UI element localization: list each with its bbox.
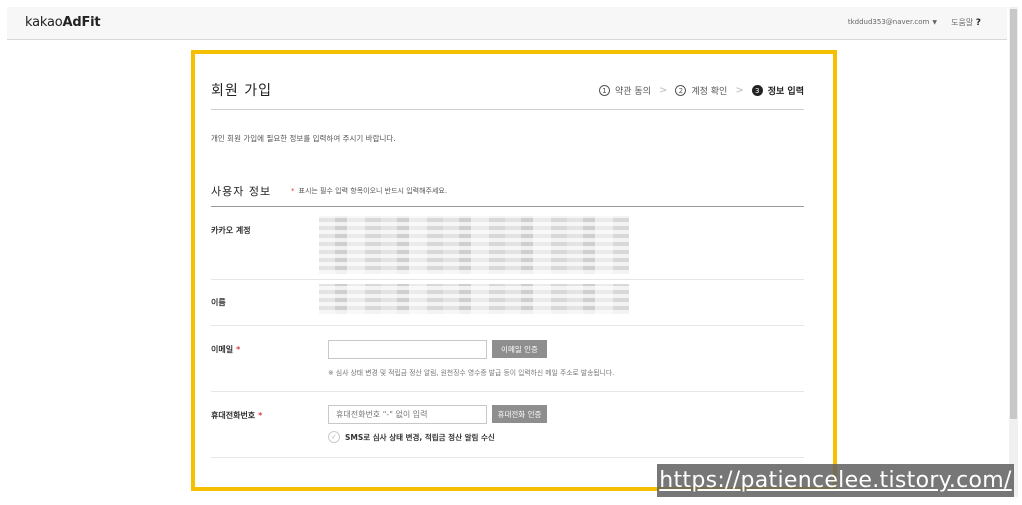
step-number-badge: 2 xyxy=(675,85,687,96)
kakao-adfit-logo[interactable]: kakaoAdFit xyxy=(25,15,101,30)
kakao-account-label: 카카오 계정 xyxy=(211,226,251,235)
row-divider xyxy=(211,457,804,458)
step-number-badge: 1 xyxy=(598,85,610,96)
step-label: 약관 동의 xyxy=(614,87,651,97)
step-label: 계정 확인 xyxy=(691,87,728,97)
step-label: 정보 입력 xyxy=(767,87,804,97)
row-divider xyxy=(211,325,804,326)
step-account-check: 2 계정 확인 xyxy=(675,84,727,97)
email-label: 이메일 * xyxy=(211,345,241,354)
title-divider xyxy=(211,109,804,110)
redacted-name xyxy=(319,284,629,314)
phone-verify-button[interactable]: 휴대전화 인증 xyxy=(492,405,547,423)
name-label: 이름 xyxy=(211,298,226,307)
row-divider xyxy=(211,279,804,280)
required-star: * xyxy=(291,187,295,195)
help-link[interactable]: 도움말 ? xyxy=(951,17,981,28)
user-account-menu[interactable]: tkddud353@naver.com ▼ xyxy=(848,18,937,26)
intro-text: 개인 회원 가입에 필요한 정보를 입력하여 주시기 바랍니다. xyxy=(211,134,396,143)
email-input[interactable] xyxy=(328,340,487,359)
source-watermark: https://patiencelee.tistory.com/ xyxy=(657,464,1014,497)
page-title: 회원 가입 xyxy=(211,83,272,99)
phone-input[interactable] xyxy=(328,405,487,424)
step-number-badge: 3 xyxy=(751,85,763,96)
signup-steps: 1 약관 동의 > 2 계정 확인 > 3 정보 입력 xyxy=(598,84,804,97)
check-icon: ✓ xyxy=(328,431,340,443)
step-terms-agreement: 1 약관 동의 xyxy=(598,84,651,97)
top-navigation-bar: kakaoAdFit tkddud353@naver.com ▼ 도움말 ? xyxy=(7,7,1007,40)
scrollbar-thumb[interactable] xyxy=(1010,9,1017,419)
sms-consent-label: SMS로 심사 상태 변경, 적립금 정산 알림 수신 xyxy=(345,432,495,442)
redacted-kakao-account xyxy=(319,216,629,274)
help-icon: ? xyxy=(975,18,981,28)
section-divider xyxy=(211,206,804,207)
sms-consent-checkbox[interactable]: ✓ SMS로 심사 상태 변경, 적립금 정산 알림 수신 xyxy=(328,431,495,443)
chevron-right-icon: > xyxy=(658,85,668,96)
step-info-input: 3 정보 입력 xyxy=(751,84,804,97)
section-title-user-info: 사용자 정보 xyxy=(211,185,272,198)
email-hint: ※ 심사 상태 변경 및 적립금 정산 알림, 원천징수 영수증 발급 등이 입… xyxy=(328,369,615,377)
app-window: kakaoAdFit tkddud353@naver.com ▼ 도움말 ? 회원… xyxy=(0,0,1022,505)
required-fields-note: * 표시는 필수 입력 항목이오니 반드시 입력해주세요. xyxy=(291,187,448,195)
row-divider xyxy=(211,391,804,392)
required-star: * xyxy=(236,345,241,354)
phone-label: 휴대전화번호 * xyxy=(211,411,263,420)
page-scrollbar[interactable] xyxy=(1009,7,1018,497)
user-email: tkddud353@naver.com xyxy=(847,18,930,26)
required-star: * xyxy=(258,411,263,420)
email-verify-button[interactable]: 이메일 인증 xyxy=(492,340,547,358)
chevron-right-icon: > xyxy=(735,85,744,96)
dropdown-caret-icon: ▼ xyxy=(932,19,937,26)
